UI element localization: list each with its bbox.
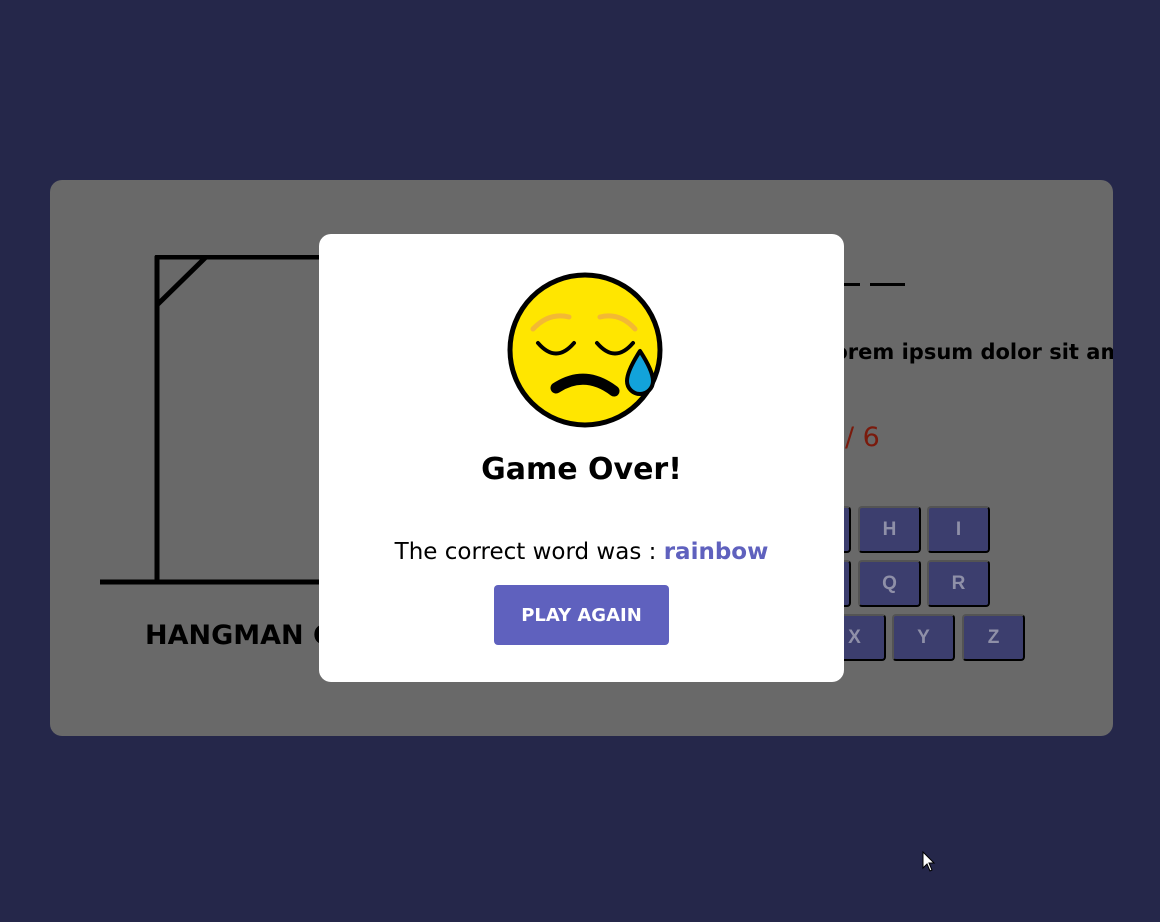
mouse-cursor-icon — [922, 851, 936, 872]
message-prefix: The correct word was : — [394, 539, 657, 565]
sad-crying-face-icon — [507, 272, 663, 428]
modal-message: The correct word was : rainbow — [319, 539, 844, 565]
modal-title: Game Over! — [481, 452, 682, 487]
play-again-button[interactable]: PLAY AGAIN — [494, 585, 669, 645]
game-over-modal: Game Over! The correct word was : rainbo… — [319, 234, 844, 682]
correct-word: rainbow — [663, 539, 769, 565]
